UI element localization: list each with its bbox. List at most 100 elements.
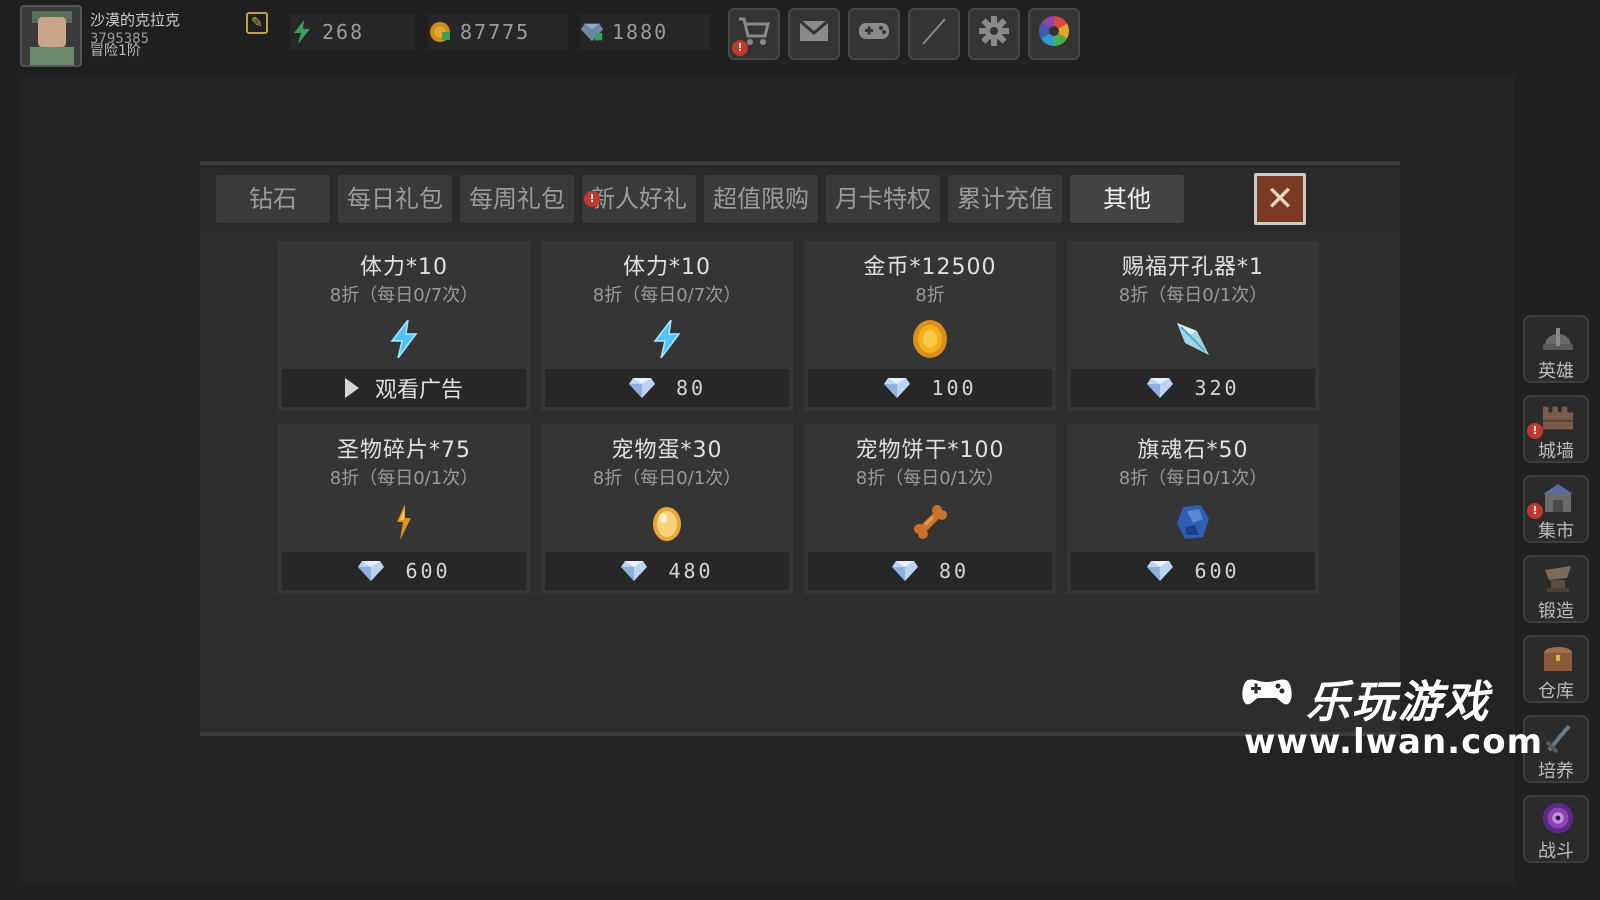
sidebar-item-market[interactable]: ! 集市: [1523, 475, 1589, 543]
tab-daily-pack[interactable]: 每日礼包: [338, 175, 452, 223]
soul-stone-icon: [1173, 502, 1213, 542]
sidebar-item-forge[interactable]: 锻造: [1523, 555, 1589, 623]
diamond-icon: [1147, 378, 1174, 398]
play-icon: [344, 378, 359, 398]
gold-coin-icon: [428, 20, 452, 44]
top-bar: 沙漠的克拉克 3795385 冒险1阶 ✎ 268 87775 1880 !: [0, 0, 1600, 70]
sidebar-item-label: 战斗: [1538, 841, 1574, 862]
shop-tabs: 钻石 每日礼包 每周礼包 ! 新人好礼 超值限购 月卡特权 累计充值 其他 ✕: [200, 165, 1400, 231]
resource-value: 87775: [460, 20, 531, 44]
resource-stamina: 268: [290, 14, 415, 50]
item-title: 旗魂石*50: [1137, 438, 1249, 463]
gamepad-icon: [857, 19, 891, 49]
tab-weekly-pack[interactable]: 每周礼包: [460, 175, 574, 223]
mail-button[interactable]: [788, 8, 840, 60]
item-title: 赐福开孔器*1: [1122, 255, 1264, 280]
color-wheel-button[interactable]: [1028, 8, 1080, 60]
feather-icon: [919, 16, 949, 53]
item-subtitle: 8折: [915, 285, 945, 306]
item-price: 80: [675, 376, 707, 400]
mail-icon: [799, 19, 829, 49]
shop-item-card: 体力*10 8折（每日0/7次） 观看广告: [278, 241, 530, 411]
item-subtitle: 8折（每日0/1次）: [1118, 468, 1268, 489]
item-subtitle: 8折（每日0/1次）: [329, 468, 479, 489]
player-name: 沙漠的克拉克: [90, 11, 181, 29]
sidebar-item-battle[interactable]: 战斗: [1523, 795, 1589, 863]
buy-button[interactable]: 320: [1071, 369, 1315, 407]
shop-button[interactable]: !: [728, 8, 780, 60]
bone-biscuit-icon: [910, 502, 950, 542]
item-title: 圣物碎片*75: [337, 438, 471, 463]
close-button[interactable]: ✕: [1254, 173, 1306, 225]
avatar-body: [30, 47, 74, 65]
buy-button[interactable]: 480: [545, 552, 789, 590]
tab-newbie-gift[interactable]: ! 新人好礼: [582, 175, 696, 223]
tab-limited-deal[interactable]: 超值限购: [704, 175, 818, 223]
pet-egg-icon: [647, 502, 687, 542]
item-title: 金币*12500: [863, 255, 997, 280]
gamepad-button[interactable]: [848, 8, 900, 60]
watermark-brand: 乐玩游戏: [1306, 677, 1490, 728]
item-price: 600: [405, 559, 451, 583]
shop-item-card: 圣物碎片*75 8折（每日0/1次） 600: [278, 424, 530, 594]
sword-icon: [1541, 721, 1575, 755]
shop-item-card: 金币*12500 8折 100: [804, 241, 1056, 411]
shop-item-card: 体力*10 8折（每日0/7次） 80: [541, 241, 793, 411]
feather-button[interactable]: [908, 8, 960, 60]
player-rank: 冒险1阶: [90, 43, 141, 59]
player-avatar[interactable]: [20, 5, 82, 67]
tab-other[interactable]: 其他: [1070, 175, 1184, 223]
panel-bottom-border: [200, 732, 1400, 736]
buy-button[interactable]: 100: [808, 369, 1052, 407]
buy-button[interactable]: 80: [545, 369, 789, 407]
diamond-icon: [358, 561, 385, 581]
buy-button[interactable]: 80: [808, 552, 1052, 590]
gold-coin-icon: [910, 319, 950, 359]
sidebar-item-wall[interactable]: ! 城墙: [1523, 395, 1589, 463]
tab-diamond[interactable]: 钻石: [216, 175, 330, 223]
resource-diamond: 1880: [580, 14, 710, 50]
portal-icon: [1541, 801, 1575, 835]
buy-button[interactable]: 600: [282, 552, 526, 590]
sidebar-item-hero[interactable]: 英雄: [1523, 315, 1589, 383]
gear-icon: [978, 15, 1010, 54]
item-subtitle: 8折（每日0/1次）: [855, 468, 1005, 489]
helmet-icon: [1541, 321, 1575, 355]
tab-monthly-card[interactable]: 月卡特权: [826, 175, 940, 223]
gamepad-logo-icon: [1242, 679, 1292, 705]
item-subtitle: 8折（每日0/1次）: [592, 468, 742, 489]
item-title: 宠物饼干*100: [855, 438, 1005, 463]
lightning-icon: [290, 20, 314, 44]
diamond-icon: [1147, 561, 1174, 581]
diamond-icon: [628, 378, 655, 398]
item-subtitle: 8折（每日0/1次）: [1118, 285, 1268, 306]
diamond-icon: [891, 561, 918, 581]
relic-shard-icon: [384, 502, 424, 542]
watch-ad-button[interactable]: 观看广告: [282, 369, 526, 407]
tab-total-recharge[interactable]: 累计充值: [948, 175, 1062, 223]
sidebar-item-label: 城墙: [1538, 441, 1574, 462]
anvil-icon: [1541, 561, 1575, 595]
lightning-icon: [647, 319, 687, 359]
drill-icon: [1173, 319, 1213, 359]
edit-name-icon[interactable]: ✎: [246, 12, 268, 34]
shop-item-card: 宠物蛋*30 8折（每日0/1次） 480: [541, 424, 793, 594]
buy-button[interactable]: 600: [1071, 552, 1315, 590]
tab-alert-badge: !: [584, 191, 600, 207]
diamond-icon: [621, 561, 648, 581]
item-title: 宠物蛋*30: [611, 438, 723, 463]
avatar-face: [38, 17, 66, 47]
shop-item-card: 宠物饼干*100 8折（每日0/1次） 80: [804, 424, 1056, 594]
item-subtitle: 8折（每日0/7次）: [592, 285, 742, 306]
item-title: 体力*10: [360, 255, 448, 280]
resource-value: 1880: [612, 20, 669, 44]
lightning-icon: [384, 319, 424, 359]
item-subtitle: 8折（每日0/7次）: [329, 285, 479, 306]
settings-button[interactable]: [968, 8, 1020, 60]
chest-icon: [1541, 641, 1575, 675]
watermark: 乐玩游戏 www.lwan.com: [1240, 666, 1542, 766]
diamond-icon: [884, 378, 911, 398]
resource-gold: 87775: [428, 14, 568, 50]
item-title: 体力*10: [623, 255, 711, 280]
item-price: 100: [931, 376, 977, 400]
